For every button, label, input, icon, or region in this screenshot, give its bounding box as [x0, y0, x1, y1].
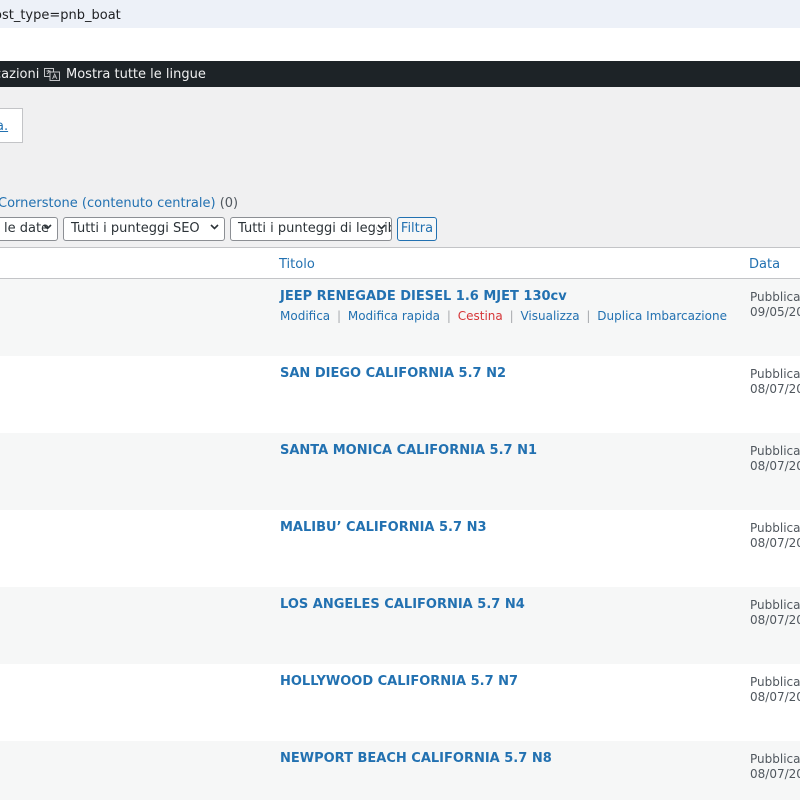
admin-bar: cazioni Mostra tutte le lingue [0, 61, 800, 87]
seo-filter-value: Tutti i punteggi SEO [71, 221, 200, 236]
cornerstone-filter: Cornerstone (contenuto centrale) (0) [0, 196, 238, 211]
chevron-down-icon [43, 222, 52, 230]
chevron-down-icon [377, 222, 386, 230]
row-date: 09/05/2024 [750, 305, 800, 319]
url-text[interactable]: ost_type=pnb_boat [0, 8, 121, 23]
row-title-link[interactable]: SAN DIEGO CALIFORNIA 5.7 N2 [280, 366, 506, 381]
row-title-link[interactable]: HOLLYWOOD CALIFORNIA 5.7 N7 [280, 674, 518, 689]
table-row: SAN DIEGO CALIFORNIA 5.7 N2 Pubblicato 0… [0, 356, 800, 433]
table-row: JEEP RENEGADE DIESEL 1.6 MJET 130cv Modi… [0, 279, 800, 356]
separator: | [446, 309, 451, 323]
row-actions: Modifica | Modifica rapida | Cestina | V… [280, 309, 727, 323]
row-title-link[interactable]: JEEP RENEGADE DIESEL 1.6 MJET 130cv [280, 289, 567, 304]
filter-button[interactable]: Filtra [397, 217, 437, 241]
readability-filter-select[interactable]: Tutti i punteggi di leggibilit [230, 217, 392, 241]
chevron-down-icon [210, 222, 219, 230]
row-title-link[interactable]: SANTA MONICA CALIFORNIA 5.7 N1 [280, 443, 537, 458]
row-title-link[interactable]: MALIBU’ CALIFORNIA 5.7 N3 [280, 520, 487, 535]
row-status: Pubblicato [750, 675, 800, 689]
cornerstone-count: (0) [219, 196, 239, 211]
translate-icon[interactable] [44, 68, 60, 81]
column-header-title[interactable]: Titolo [279, 257, 315, 272]
seo-filter-select[interactable]: Tutti i punteggi SEO [63, 217, 225, 241]
separator: | [336, 309, 342, 323]
browser-spacer [0, 28, 800, 61]
row-status: Pubblicato [750, 598, 800, 612]
notice-link[interactable]: a. [0, 119, 8, 134]
quick-edit-link[interactable]: Modifica rapida [348, 309, 440, 323]
duplicate-link[interactable]: Duplica Imbarcazione [597, 309, 727, 323]
row-title-link[interactable]: NEWPORT BEACH CALIFORNIA 5.7 N8 [280, 751, 552, 766]
row-date: 08/07/2023 [750, 613, 800, 627]
row-status: Pubblicato [750, 752, 800, 766]
table-row: SANTA MONICA CALIFORNIA 5.7 N1 Pubblicat… [0, 433, 800, 510]
row-title-link[interactable]: LOS ANGELES CALIFORNIA 5.7 N4 [280, 597, 525, 612]
table-row: LOS ANGELES CALIFORNIA 5.7 N4 Pubblicato… [0, 587, 800, 664]
admin-bar-languages[interactable]: Mostra tutte le lingue [66, 67, 206, 82]
readability-filter-value: Tutti i punteggi di leggibilit [238, 221, 391, 236]
row-status: Pubblicato [750, 367, 800, 381]
row-date: 08/07/2023 [750, 767, 800, 781]
cornerstone-link[interactable]: Cornerstone (contenuto centrale) [0, 196, 216, 211]
table-row: NEWPORT BEACH CALIFORNIA 5.7 N8 Pubblica… [0, 741, 800, 800]
row-date: 08/07/2023 [750, 382, 800, 396]
separator: | [509, 309, 514, 323]
row-date: 08/07/2023 [750, 459, 800, 473]
view-link[interactable]: Visualizza [520, 309, 579, 323]
address-bar[interactable]: ost_type=pnb_boat [0, 0, 800, 28]
edit-link[interactable]: Modifica [280, 309, 330, 323]
row-status: Pubblicato [750, 444, 800, 458]
admin-bar-boats-item[interactable]: cazioni [0, 67, 39, 82]
table-row: MALIBU’ CALIFORNIA 5.7 N3 Pubblicato 08/… [0, 510, 800, 587]
column-header-date[interactable]: Data [749, 257, 780, 272]
posts-table: Titolo Data JEEP RENEGADE DIESEL 1.6 MJE… [0, 247, 800, 800]
row-status: Pubblicato [750, 521, 800, 535]
row-status: Pubblicato [750, 290, 800, 304]
trash-link[interactable]: Cestina [458, 309, 503, 323]
separator: | [586, 309, 591, 323]
table-row: HOLLYWOOD CALIFORNIA 5.7 N7 Pubblicato 0… [0, 664, 800, 741]
notice-box: a. [0, 108, 23, 143]
date-filter-select[interactable]: le date [0, 217, 58, 241]
table-header: Titolo Data [0, 248, 800, 279]
row-date: 08/07/2023 [750, 690, 800, 704]
row-date: 08/07/2023 [750, 536, 800, 550]
